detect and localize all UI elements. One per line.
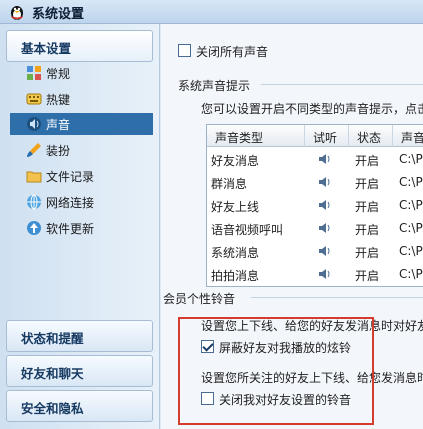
grid-icon — [27, 66, 41, 80]
sound-type-cell: 好友消息 — [211, 154, 260, 168]
sound-type-cell: 语音视频呼叫 — [211, 223, 284, 237]
status-cell: 开启 — [355, 177, 380, 191]
column-header-preview[interactable]: 试听 — [305, 125, 349, 147]
sidebar-item-sound[interactable]: 声音 — [10, 113, 153, 135]
column-header-sound-type[interactable]: 声音类型 — [207, 125, 305, 147]
speaker-preview-icon[interactable] — [318, 245, 332, 257]
sidebar-item-file-record[interactable]: 文件记录 — [10, 165, 153, 187]
category-status-reminder[interactable]: 状态和提醒 — [6, 320, 153, 352]
speaker-preview-icon[interactable] — [318, 153, 332, 165]
window-title: 系统设置 — [32, 7, 85, 22]
status-cell: 开启 — [355, 223, 380, 237]
sound-file-cell: C:\Pr — [399, 152, 423, 166]
category-basic-settings[interactable]: 基本设置 — [6, 30, 153, 62]
qq-penguin-icon — [11, 6, 23, 20]
sound-type-table[interactable]: 声音类型 试听 状态 声音文 好友消息 开启 C:\Pr 群消息 开启 C:\P… — [206, 124, 423, 287]
sound-type-cell: 群消息 — [211, 177, 248, 191]
title-bar[interactable]: 系统设置 — [0, 0, 423, 24]
system-sound-description: 您可以设置开启不同类型的声音提示，点击 — [201, 102, 423, 116]
sidebar-item-label: 网络连接 — [46, 196, 95, 210]
sidebar-item-label: 文件记录 — [46, 170, 95, 184]
speaker-preview-icon[interactable] — [318, 199, 332, 211]
keyboard-icon — [26, 93, 42, 105]
sidebar-item-label: 常规 — [46, 67, 71, 81]
category-security-privacy[interactable]: 安全和隐私 — [6, 390, 153, 422]
sound-file-cell: C:\Pr — [399, 221, 423, 235]
ringtone-section-title: 会员个性铃音 — [163, 292, 236, 306]
sidebar-item-label: 装扮 — [46, 144, 71, 158]
brush-icon — [27, 143, 41, 157]
sidebar-item-label: 声音 — [46, 118, 71, 132]
sidebar-item-hotkey[interactable]: 热键 — [10, 88, 153, 110]
sound-file-cell: C:\Pr — [399, 267, 423, 281]
sound-file-cell: C:\Pr — [399, 198, 423, 212]
sound-file-cell: C:\Pr — [399, 175, 423, 189]
network-icon — [27, 194, 41, 210]
sound-type-cell: 好友上线 — [211, 200, 260, 214]
close-all-sound-label: 关闭所有声音 — [196, 45, 269, 59]
folder-icon — [26, 171, 42, 183]
sidebar-item-general[interactable]: 常规 — [10, 62, 153, 84]
sidebar-item-label: 软件更新 — [46, 222, 95, 236]
section-divider — [261, 84, 423, 85]
section-divider — [251, 297, 423, 298]
red-highlight-box — [178, 317, 374, 425]
speaker-icon — [27, 117, 41, 131]
speaker-preview-icon[interactable] — [318, 222, 332, 234]
close-all-sound-checkbox[interactable] — [178, 44, 191, 57]
speaker-preview-icon[interactable] — [318, 268, 332, 280]
status-cell: 开启 — [355, 154, 380, 168]
sound-file-cell: C:\Pr — [399, 244, 423, 258]
sound-type-cell: 系统消息 — [211, 246, 260, 260]
speaker-preview-icon[interactable] — [318, 176, 332, 188]
system-sound-section-title: 系统声音提示 — [178, 79, 251, 93]
update-icon — [27, 221, 41, 235]
status-cell: 开启 — [355, 246, 380, 260]
sidebar-item-network[interactable]: 网络连接 — [10, 191, 153, 213]
column-header-status[interactable]: 状态 — [349, 125, 393, 147]
sidebar-item-label: 热键 — [46, 93, 71, 107]
status-cell: 开启 — [355, 269, 380, 283]
sidebar-item-update[interactable]: 软件更新 — [10, 217, 153, 239]
sound-type-cell: 拍拍消息 — [211, 269, 260, 283]
column-header-sound-file[interactable]: 声音文 — [393, 125, 423, 147]
status-cell: 开启 — [355, 200, 380, 214]
category-friends-chat[interactable]: 好友和聊天 — [6, 355, 153, 387]
sidebar: 基本设置 常规 热键 声音 装扮 文件记录 网络连接 软件更新 状态和提醒 好友… — [0, 24, 160, 429]
sidebar-item-dressup[interactable]: 装扮 — [10, 139, 153, 161]
